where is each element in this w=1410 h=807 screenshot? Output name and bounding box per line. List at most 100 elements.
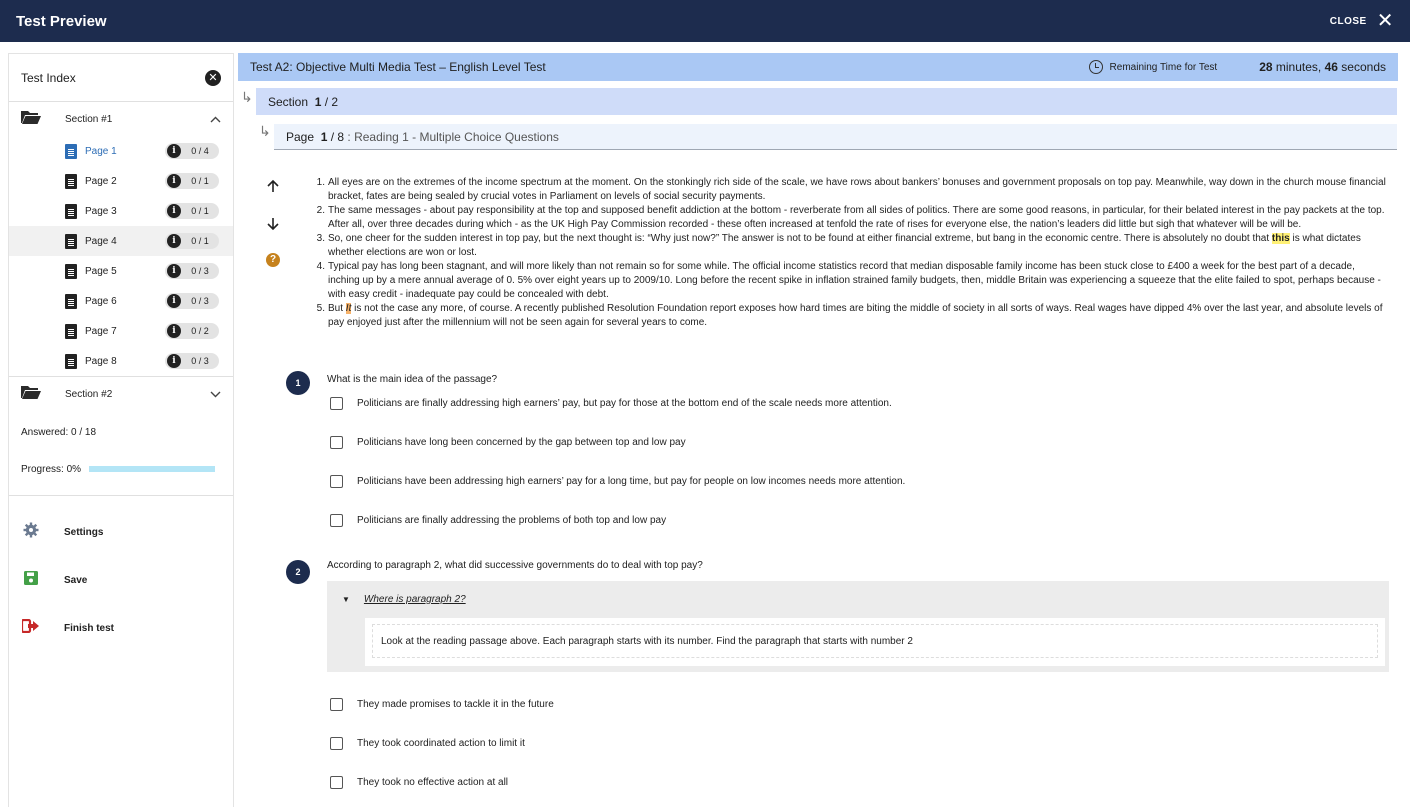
count-value: 0 / 4 xyxy=(191,146,209,156)
info-icon: i xyxy=(167,354,181,368)
answered-count-badge: i 0 / 4 xyxy=(165,143,219,159)
answered-count-badge: i 0 / 2 xyxy=(165,323,219,339)
answer-option[interactable]: They made promises to tackle it in the f… xyxy=(330,698,554,711)
page-bar-label: Page xyxy=(286,129,315,144)
info-icon: i xyxy=(167,294,181,308)
sidebar-item-page-5[interactable]: Page 5 i 0 / 3 xyxy=(9,256,233,286)
page-bar: Page 1 / 8 : Reading 1 - Multiple Choice… xyxy=(274,124,1397,150)
close-button[interactable]: CLOSE ✕ xyxy=(1330,11,1394,31)
document-icon xyxy=(65,233,77,249)
app-header: Test Preview CLOSE ✕ xyxy=(0,0,1410,42)
checkbox[interactable] xyxy=(330,475,343,488)
answer-option[interactable]: Politicians are finally addressing high … xyxy=(330,397,892,410)
document-icon xyxy=(65,263,77,279)
hint-body: Look at the reading passage above. Each … xyxy=(365,618,1385,666)
settings-button[interactable]: Settings xyxy=(9,508,233,556)
save-button[interactable]: Save xyxy=(9,556,233,604)
answer-option[interactable]: Politicians are finally addressing the p… xyxy=(330,514,666,527)
minutes-value: 28 xyxy=(1259,60,1273,74)
question-stem: What is the main idea of the passage? xyxy=(327,374,498,385)
checkbox[interactable] xyxy=(330,397,343,410)
page-label: Page 7 xyxy=(85,325,117,337)
paragraph-text-part: So, one cheer for the sudden interest in… xyxy=(328,233,1272,244)
sidebar-item-page-1[interactable]: Page 1 i 0 / 4 xyxy=(9,136,233,166)
option-label: They took no effective action at all xyxy=(357,777,509,788)
option-label: Politicians have long been concerned by … xyxy=(357,437,686,448)
section-current: 1 xyxy=(314,94,322,109)
answer-option[interactable]: They took coordinated action to limit it xyxy=(330,737,525,750)
checkbox[interactable] xyxy=(330,514,343,527)
section-total: / 2 xyxy=(324,94,339,109)
remaining-time: Remaining Time for Test 28 minutes, 46 s… xyxy=(1088,60,1386,74)
arrow-down-icon[interactable] xyxy=(263,217,283,255)
info-icon: i xyxy=(167,174,181,188)
subdirectory-arrow-icon: ↳ xyxy=(259,123,271,139)
highlighted-word: this xyxy=(1271,233,1290,244)
sidebar-item-page-3[interactable]: Page 3 i 0 / 1 xyxy=(9,196,233,226)
subdirectory-arrow-icon: ↳ xyxy=(241,89,253,105)
document-icon xyxy=(65,143,77,159)
finish-test-button[interactable]: Finish test xyxy=(9,604,233,652)
help-icon[interactable]: ? xyxy=(266,253,280,267)
settings-label: Settings xyxy=(64,526,104,538)
document-icon xyxy=(65,173,77,189)
checkbox[interactable] xyxy=(330,698,343,711)
folder-open-icon xyxy=(21,385,41,403)
sidebar-item-page-6[interactable]: Page 6 i 0 / 3 xyxy=(9,286,233,316)
section-2-label: Section #2 xyxy=(65,388,113,400)
answered-count-badge: i 0 / 3 xyxy=(165,263,219,279)
count-value: 0 / 1 xyxy=(191,236,209,246)
checkbox[interactable] xyxy=(330,737,343,750)
document-icon xyxy=(65,293,77,309)
arrow-up-icon[interactable] xyxy=(263,179,283,217)
paragraph-text: Typical pay has long been stagnant, and … xyxy=(328,261,1381,300)
page-label: Page 6 xyxy=(85,295,117,307)
page-label: Page 1 xyxy=(85,145,117,157)
checkbox[interactable] xyxy=(330,776,343,789)
count-value: 0 / 3 xyxy=(191,356,209,366)
info-icon: i xyxy=(167,264,181,278)
answered-count-badge: i 0 / 1 xyxy=(165,173,219,189)
count-value: 0 / 3 xyxy=(191,296,209,306)
section-2-toggle[interactable]: Section #2 xyxy=(9,377,233,411)
paragraph-2: 2. The same messages - about pay responsi… xyxy=(314,204,1388,232)
checkbox[interactable] xyxy=(330,436,343,449)
section-bar: Section 1 / 2 xyxy=(256,88,1397,115)
page-label: Page 8 xyxy=(85,355,117,367)
sidebar-item-page-8[interactable]: Page 8 i 0 / 3 xyxy=(9,346,233,376)
sidebar-actions: Settings Save Finish test xyxy=(9,495,233,652)
answered-count-badge: i 0 / 1 xyxy=(165,203,219,219)
info-icon: i xyxy=(167,144,181,158)
answer-option[interactable]: Politicians have been addressing high ea… xyxy=(330,475,905,488)
progress-bar xyxy=(89,466,215,472)
option-label: Politicians are finally addressing the p… xyxy=(357,515,667,526)
paragraph-4: 4. Typical pay has long been stagnant, an… xyxy=(314,260,1388,302)
document-icon xyxy=(65,203,77,219)
info-icon: i xyxy=(167,324,181,338)
folder-open-icon xyxy=(21,110,41,128)
seconds-value: 46 xyxy=(1324,60,1338,74)
remaining-time-label: Remaining Time for Test xyxy=(1109,61,1218,73)
page-label: Page 4 xyxy=(85,235,117,247)
sidebar-item-page-4[interactable]: Page 4 i 0 / 1 xyxy=(9,226,233,256)
paragraph-text-part: is not the case any more, of course. A r… xyxy=(328,303,1383,328)
remaining-time-value: 28 minutes, 46 seconds xyxy=(1259,60,1386,74)
answer-option[interactable]: They took no effective action at all xyxy=(330,776,508,789)
close-sidebar-icon[interactable]: ✕ xyxy=(205,69,221,86)
exit-icon xyxy=(20,618,40,638)
seconds-unit: seconds xyxy=(1341,60,1386,74)
caret-down-icon: ▼ xyxy=(342,595,350,604)
section-bar-label: Section xyxy=(268,94,309,109)
sidebar-item-page-7[interactable]: Page 7 i 0 / 2 xyxy=(9,316,233,346)
hint-toggle[interactable]: ▼ Where is paragraph 2? xyxy=(327,581,1389,618)
count-value: 0 / 1 xyxy=(191,176,209,186)
section-1-toggle[interactable]: Section #1 xyxy=(9,102,233,136)
hint-title: Where is paragraph 2? xyxy=(363,594,466,605)
paragraph-text-part: But xyxy=(328,303,346,314)
page-label: Page 2 xyxy=(85,175,117,187)
sidebar-item-page-2[interactable]: Page 2 i 0 / 1 xyxy=(9,166,233,196)
option-label: They made promises to tackle it in the f… xyxy=(357,699,554,710)
answer-option[interactable]: Politicians have long been concerned by … xyxy=(330,436,686,449)
minutes-unit: minutes, xyxy=(1275,60,1322,74)
finish-test-label: Finish test xyxy=(64,622,115,634)
